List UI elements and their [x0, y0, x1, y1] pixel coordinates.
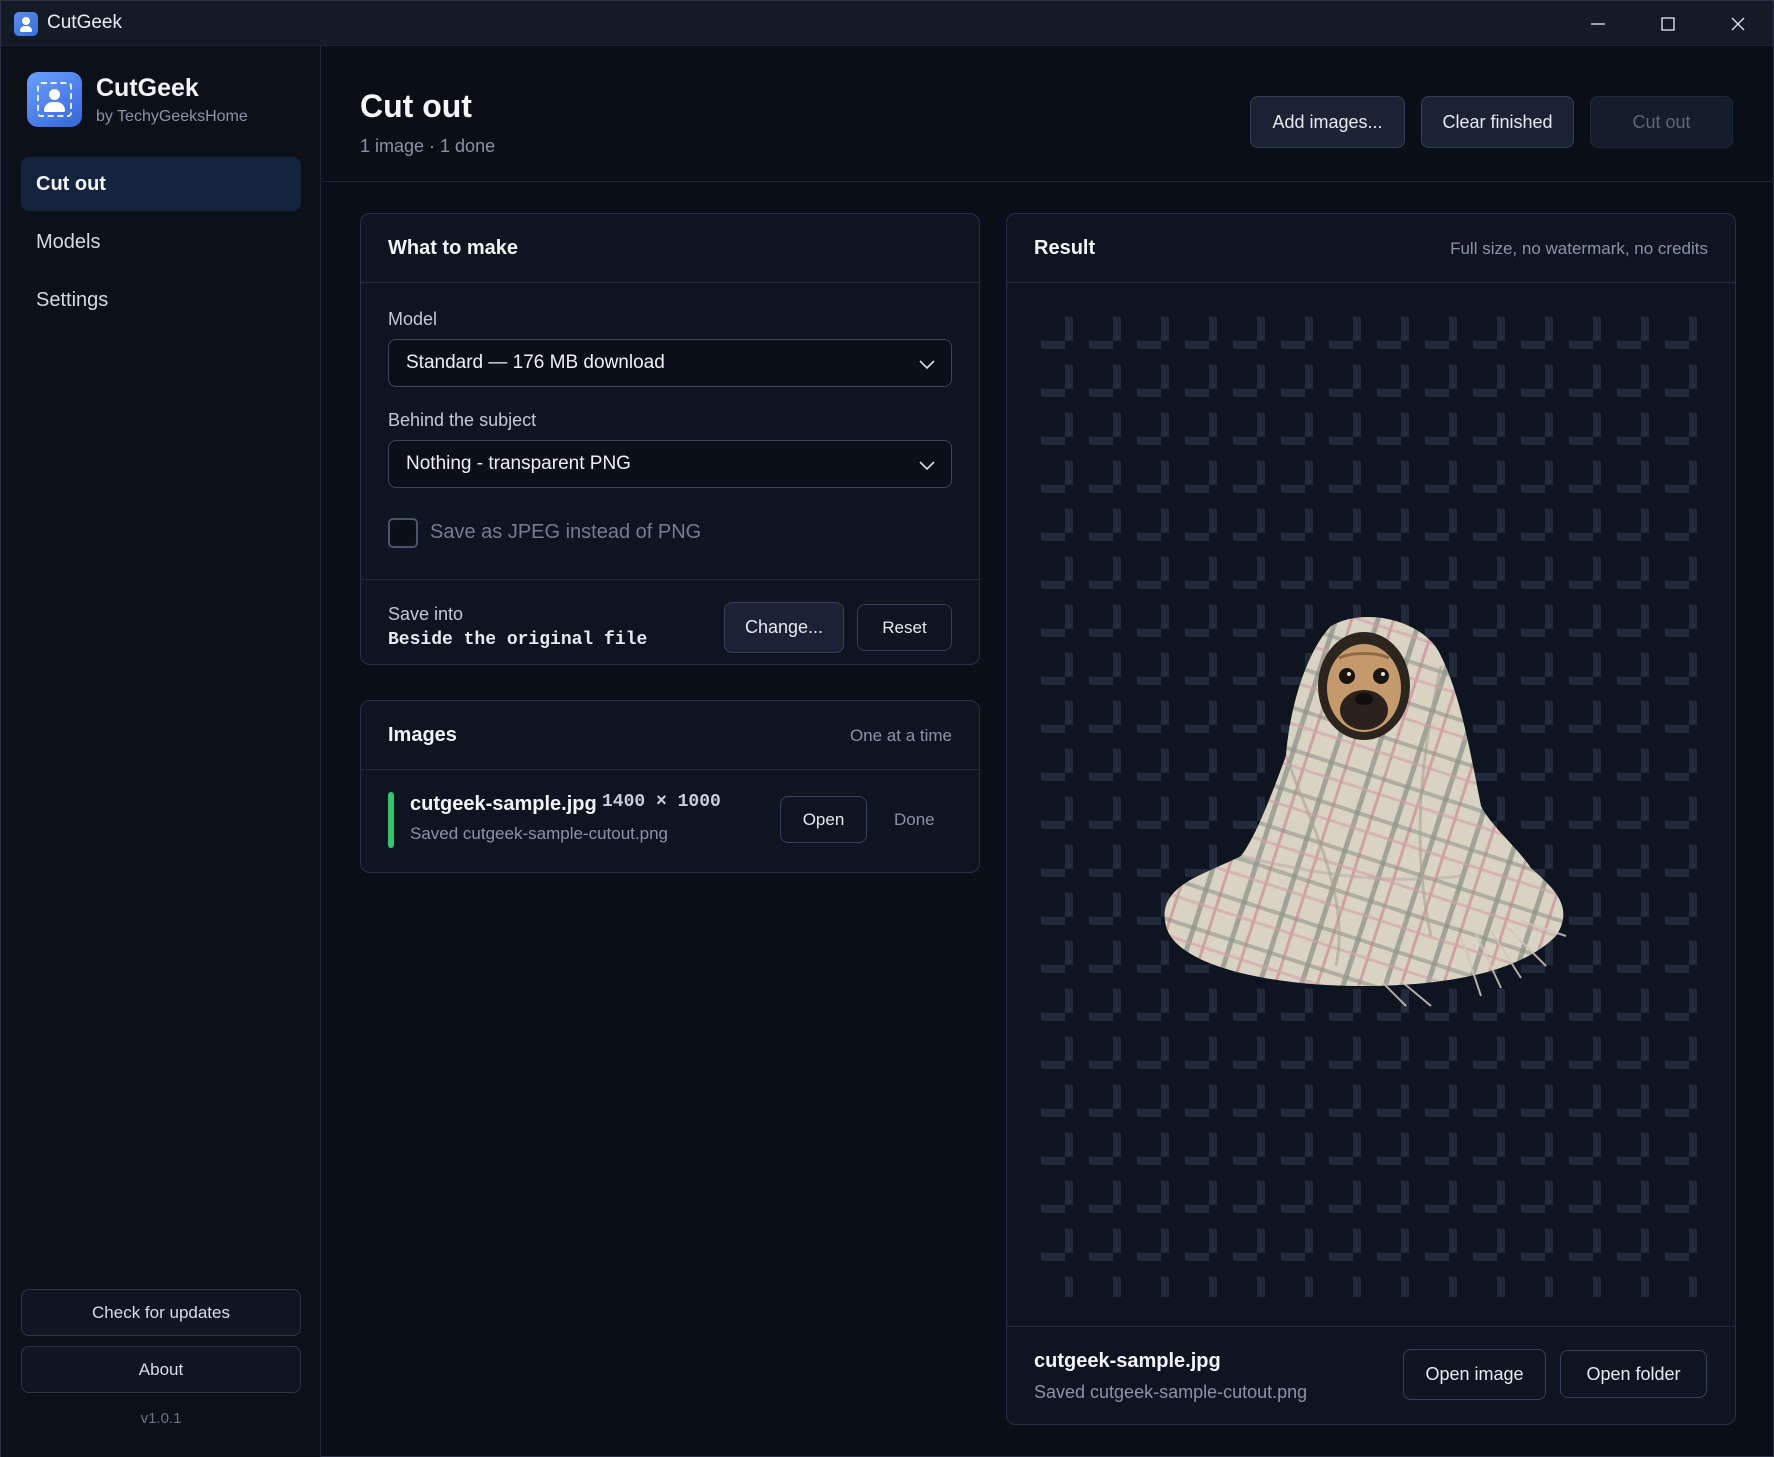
save-into-label: Save into: [388, 604, 464, 624]
images-panel: Images One at a time cutgeek-sample.jpg …: [360, 700, 980, 873]
check-for-updates-button[interactable]: Check for updates: [21, 1289, 301, 1336]
app-icon: [14, 12, 38, 36]
brand-logo-icon: [27, 72, 82, 127]
panel-title: What to make: [388, 237, 519, 259]
image-status-text: Saved cutgeek-sample-cutout.png: [410, 824, 668, 843]
image-state-label: Done: [894, 810, 935, 829]
behind-subject-label: Behind the subject: [388, 410, 537, 430]
maximize-icon: [1661, 16, 1675, 31]
minimize-button[interactable]: [1563, 1, 1633, 46]
close-button[interactable]: [1703, 1, 1773, 46]
sidebar-item-label: Settings: [36, 288, 109, 311]
sidebar-item-label: Cut out: [36, 172, 106, 195]
save-as-jpeg-checkbox[interactable]: [388, 518, 418, 548]
page-subtitle: 1 image · 1 done: [360, 136, 496, 156]
open-image-button[interactable]: Open image: [1403, 1349, 1546, 1400]
header-divider: [322, 181, 1774, 182]
cutout-subject-image: [1164, 617, 1567, 1007]
divider: [1007, 1326, 1735, 1327]
behind-subject-select[interactable]: Nothing - transparent PNG: [388, 440, 952, 488]
add-images-button[interactable]: Add images...: [1250, 96, 1405, 148]
brand-subtitle: by TechyGeeksHome: [96, 108, 248, 125]
window-title: CutGeek: [47, 12, 122, 33]
brand-name: CutGeek: [96, 74, 199, 102]
panel-title: Images: [388, 724, 457, 746]
chevron-down-icon: [919, 461, 935, 471]
image-dimensions: 1400 × 1000: [602, 792, 721, 812]
divider: [1007, 282, 1735, 283]
result-file-status: Saved cutgeek-sample-cutout.png: [1034, 1382, 1308, 1402]
save-as-jpeg-label: Save as JPEG instead of PNG: [430, 521, 702, 543]
done-status-indicator: [388, 792, 394, 848]
images-note: One at a time: [849, 726, 952, 745]
clear-finished-button[interactable]: Clear finished: [1421, 96, 1574, 148]
reset-folder-button[interactable]: Reset: [857, 604, 952, 651]
change-folder-button[interactable]: Change...: [724, 602, 844, 653]
what-to-make-panel: What to make Model Standard — 176 MB dow…: [360, 213, 980, 665]
sidebar-item-models[interactable]: Models: [21, 215, 301, 269]
model-select[interactable]: Standard — 176 MB download: [388, 339, 952, 387]
chevron-down-icon: [919, 360, 935, 370]
sidebar-item-cut-out[interactable]: Cut out: [21, 157, 301, 211]
model-label: Model: [388, 309, 438, 329]
page-title: Cut out: [360, 88, 472, 124]
divider: [361, 579, 979, 580]
divider: [361, 769, 979, 770]
maximize-button[interactable]: [1633, 1, 1703, 46]
app-window: CutGeek CutGeek by TechyGeeksHome Cut ou…: [0, 0, 1774, 1457]
sidebar: CutGeek by TechyGeeksHome Cut out Models…: [1, 46, 321, 1457]
about-button[interactable]: About: [21, 1346, 301, 1393]
result-note: Full size, no watermark, no credits: [1450, 239, 1708, 258]
open-image-item-button[interactable]: Open: [780, 796, 867, 843]
behind-subject-select-value: Nothing - transparent PNG: [406, 453, 631, 474]
model-select-value: Standard — 176 MB download: [406, 352, 665, 373]
open-folder-button[interactable]: Open folder: [1560, 1350, 1707, 1398]
sidebar-item-label: Models: [36, 230, 101, 253]
version-label: v1.0.1: [140, 1410, 182, 1427]
minimize-icon: [1591, 22, 1605, 25]
close-icon: [1731, 17, 1745, 30]
title-bar: CutGeek: [1, 1, 1773, 46]
cut-out-button[interactable]: Cut out: [1590, 96, 1733, 148]
divider: [361, 282, 979, 283]
sidebar-item-settings[interactable]: Settings: [21, 273, 301, 327]
save-into-value: Beside the original file: [388, 630, 648, 650]
result-file-name: cutgeek-sample.jpg: [1034, 1350, 1221, 1372]
panel-title: Result: [1034, 237, 1096, 259]
image-file-name: cutgeek-sample.jpg: [410, 793, 597, 815]
